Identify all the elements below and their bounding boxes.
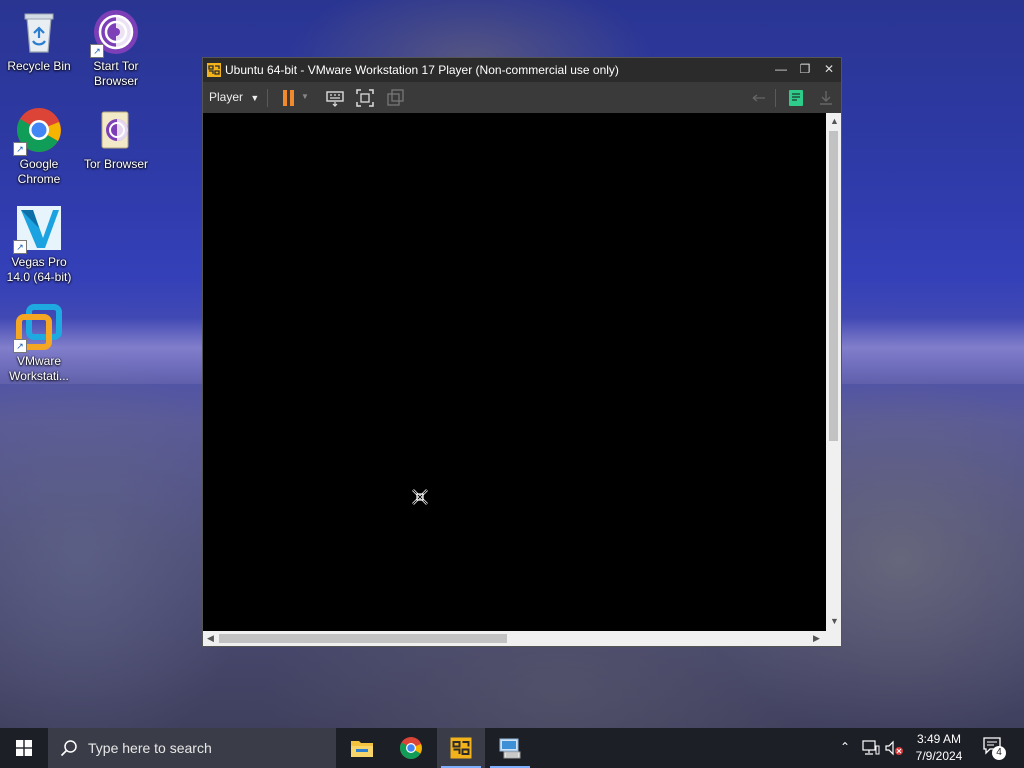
desktop-icon-label: Start Tor Browser xyxy=(93,59,139,88)
windows-logo-icon xyxy=(16,740,32,756)
chrome-icon xyxy=(400,737,422,759)
network-computer-icon xyxy=(499,738,521,759)
desktop-icon-start-tor-browser[interactable]: ↗ Start Tor Browser xyxy=(78,8,154,89)
desktop-icon-tor-browser-folder[interactable]: Tor Browser xyxy=(78,106,154,172)
scroll-right-icon[interactable]: ▶ xyxy=(813,633,820,644)
vmware-logo-icon xyxy=(206,62,222,78)
crosshair-cursor-icon xyxy=(412,489,428,505)
back-icon xyxy=(749,88,769,108)
window-title: Ubuntu 64-bit - VMware Workstation 17 Pl… xyxy=(225,63,619,77)
vmware-icon xyxy=(450,737,472,759)
desktop-icon-vegas-pro[interactable]: ↗ Vegas Pro 14.0 (64-bit) xyxy=(1,204,77,285)
virtual-machine-display[interactable] xyxy=(203,113,826,631)
scroll-down-icon[interactable]: ▼ xyxy=(830,616,839,626)
close-icon[interactable]: ✕ xyxy=(817,58,841,80)
start-button[interactable] xyxy=(0,728,48,768)
dropdown-icon[interactable]: ▼ xyxy=(301,92,311,112)
taskbar-search-box[interactable]: Type here to search xyxy=(48,728,336,768)
fullscreen-icon[interactable] xyxy=(355,88,375,108)
scroll-up-icon[interactable]: ▲ xyxy=(830,116,839,126)
network-icon[interactable] xyxy=(862,740,880,756)
shortcut-arrow-icon: ↗ xyxy=(90,44,104,58)
tor-browser-folder-icon xyxy=(92,106,140,154)
toolbar-separator xyxy=(775,89,776,107)
clock-time: 3:49 AM xyxy=(916,732,962,746)
pause-icon[interactable] xyxy=(279,88,299,108)
desktop-icon-recycle-bin[interactable]: Recycle Bin xyxy=(1,8,77,74)
player-menu-button[interactable]: Player ▼ xyxy=(209,90,259,104)
toolbar-separator xyxy=(267,89,268,107)
clock-date: 7/9/2024 xyxy=(915,749,963,763)
player-menu-label: Player xyxy=(209,90,244,104)
restore-icon[interactable]: ❐ xyxy=(793,58,817,80)
vegas-pro-icon: ↗ xyxy=(13,204,63,254)
shortcut-arrow-icon: ↗ xyxy=(13,240,27,254)
volume-muted-icon[interactable] xyxy=(884,740,904,756)
action-center-button[interactable]: 4 xyxy=(982,736,1006,760)
horizontal-scroll-thumb[interactable] xyxy=(219,634,507,643)
desktop-icon-vmware[interactable]: ↗ VMware Workstati... xyxy=(1,303,77,384)
notes-icon[interactable] xyxy=(786,88,806,108)
desktop-icon-label: Tor Browser xyxy=(83,157,148,171)
vertical-scroll-thumb[interactable] xyxy=(829,131,838,441)
shortcut-arrow-icon: ↗ xyxy=(13,142,27,156)
tor-browser-icon: ↗ xyxy=(90,8,140,58)
taskbar: Type here to search ⌃ 3:49 AM 7/9/2024 4 xyxy=(0,728,1024,768)
desktop-icon-label: Google Chrome xyxy=(17,157,61,186)
file-explorer-icon xyxy=(351,741,373,757)
search-icon xyxy=(60,740,77,757)
desktop-icon-label: Recycle Bin xyxy=(7,59,71,73)
minimize-icon[interactable]: — xyxy=(769,58,793,80)
chrome-icon: ↗ xyxy=(13,106,63,156)
desktop-icon-label: Vegas Pro 14.0 (64-bit) xyxy=(6,255,72,284)
vmware-player-window[interactable]: Ubuntu 64-bit - VMware Workstation 17 Pl… xyxy=(202,57,842,647)
notification-count-badge: 4 xyxy=(992,746,1006,760)
desktop-icon-label: VMware Workstati... xyxy=(9,354,69,383)
show-hidden-icons-chevron-icon[interactable]: ⌃ xyxy=(840,740,850,754)
search-placeholder: Type here to search xyxy=(88,740,212,756)
scroll-left-icon[interactable]: ◀ xyxy=(207,633,214,644)
unity-icon[interactable] xyxy=(385,88,405,108)
shortcut-arrow-icon: ↗ xyxy=(13,339,27,353)
window-titlebar[interactable]: Ubuntu 64-bit - VMware Workstation 17 Pl… xyxy=(203,58,841,82)
send-ctrl-alt-del-icon[interactable] xyxy=(325,88,345,108)
taskbar-vmware[interactable] xyxy=(437,728,485,768)
vertical-scrollbar[interactable]: ▲ ▼ xyxy=(826,113,841,631)
taskbar-chrome[interactable] xyxy=(387,728,435,768)
vmware-icon: ↗ xyxy=(13,303,63,353)
recycle-bin-icon xyxy=(15,8,63,56)
resize-grip-icon[interactable] xyxy=(826,631,841,646)
desktop-icon-google-chrome[interactable]: ↗ Google Chrome xyxy=(1,106,77,187)
download-icon xyxy=(816,88,836,108)
chevron-down-icon: ▼ xyxy=(250,93,260,103)
horizontal-scrollbar[interactable]: ◀ ▶ xyxy=(203,631,826,646)
taskbar-network-computer[interactable] xyxy=(486,728,534,768)
taskbar-file-explorer[interactable] xyxy=(338,728,386,768)
player-toolbar: Player ▼ ▼ xyxy=(203,82,841,113)
taskbar-clock[interactable]: 3:49 AM 7/9/2024 xyxy=(906,731,972,765)
